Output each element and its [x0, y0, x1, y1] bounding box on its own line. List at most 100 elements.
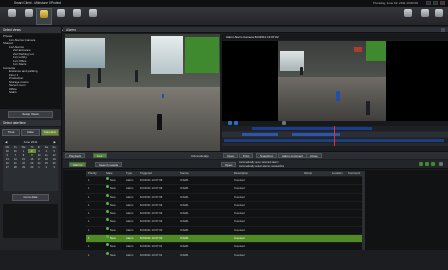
table-cell: Alarm [126, 219, 134, 224]
table-cell: Alarm [126, 236, 134, 241]
table-row[interactable]: 1 New Alarm 6/2/2011 13:07:04 ICAM1 Counted [86, 201, 362, 211]
maximize-button[interactable] [433, 1, 438, 5]
print-button[interactable]: Print [239, 153, 254, 158]
column-header[interactable]: Owner [302, 171, 330, 176]
setup-views-button[interactable]: Setup Views [8, 111, 53, 118]
alarm-toolbar: Playback Live Acknowledge Open Print Sna… [63, 151, 448, 159]
table-row[interactable]: 1 New Alarm 6/2/2011 13:07:03 ICAM1 Counted [86, 210, 362, 219]
main-toolbar: Live Browse Alarms Playback Sequence Set… [0, 7, 448, 33]
open-button[interactable]: Open [223, 153, 239, 158]
status-dot-icon [106, 177, 109, 180]
acknowledge-label: Acknowledge [191, 154, 209, 158]
table-row[interactable]: 1 New Alarm 6/2/2011 13:07:01 ICAM1 Counted [86, 251, 362, 260]
table-cell: Alarm [126, 211, 134, 216]
tab-search-results[interactable]: Search results [95, 162, 123, 167]
column-header[interactable]: Priority [86, 171, 104, 176]
column-header[interactable]: Location [330, 171, 346, 176]
sequence-tab-button[interactable]: Sequence [69, 8, 85, 32]
table-cell: 1 [88, 211, 90, 216]
views-panel-header[interactable]: Select views [0, 27, 61, 34]
close-alarm-button[interactable]: Close [306, 153, 322, 158]
table-cell: New [104, 226, 124, 234]
column-header[interactable]: Comment [346, 171, 362, 176]
camera-title: Alarm Alarm Camera 6/2/2011 13:07:02 [226, 35, 279, 39]
table-cell: 6/2/2011 13:07:08 [140, 178, 163, 182]
calendar-day[interactable]: 3 [50, 165, 58, 169]
table-row[interactable]: 1 New Alarm 6/2/2011 13:07:05 ICAM1 Counted [86, 193, 362, 202]
alarm-more-icon[interactable] [439, 162, 443, 166]
table-cell: New [104, 218, 124, 225]
status-dot-icon [106, 201, 109, 205]
live-tab-button[interactable]: Live [4, 8, 20, 32]
close-button[interactable] [440, 1, 445, 5]
fullscreen-icon[interactable] [441, 28, 445, 32]
ptz-icon[interactable] [282, 121, 286, 125]
table-row[interactable]: 1 New Alarm 6/2/2011 13:07:08 ICAM1 Counted [86, 177, 362, 186]
date-mode-date[interactable]: Date [21, 129, 40, 136]
timeline[interactable] [222, 126, 448, 146]
calendar-day[interactable]: 28 [12, 165, 19, 169]
state-text: New [110, 178, 116, 182]
playback-tab-button[interactable]: Playback [53, 8, 69, 32]
camera-view-right[interactable] [222, 41, 448, 121]
calendar-day[interactable]: 27 [3, 165, 12, 169]
alarms-tab-button[interactable]: Alarms [36, 8, 52, 33]
camera-view-left[interactable] [65, 34, 220, 151]
alarm-settings-icon[interactable] [431, 162, 435, 166]
table-cell: ICAM1 [180, 211, 189, 216]
date-panel-header[interactable]: Select date/time [0, 120, 61, 127]
alarm-refresh-icon[interactable] [425, 162, 429, 166]
alarm-comment-button[interactable]: Alarm comment [278, 153, 308, 158]
status-dot-icon [106, 185, 109, 189]
snapshot-button[interactable]: Snapshot [256, 153, 277, 158]
column-header[interactable]: State [104, 171, 124, 176]
minimize-button[interactable] [426, 1, 431, 5]
next-month-arrow-icon[interactable]: ▶ [54, 140, 56, 144]
views-tree: Private 1x1 Alarms Camera Shared 1x2 Alarms… [0, 34, 61, 109]
table-row[interactable]: 1 New Alarm 6/2/2011 13:07:03 ICAM1 Counted [86, 218, 362, 227]
alarm-open-button[interactable]: Open [221, 162, 237, 167]
calendar-day[interactable]: 2 [43, 165, 51, 169]
browse-tab-button[interactable]: Browse [21, 8, 37, 32]
status-dot-icon [106, 210, 109, 214]
alarm-filter-icon[interactable] [419, 162, 423, 166]
tab-alarms[interactable]: Alarms [69, 162, 87, 167]
playback-button[interactable]: Playback [65, 153, 86, 158]
column-header[interactable]: Source [178, 171, 232, 176]
calendar-day[interactable]: 1 [36, 165, 43, 169]
logout-button[interactable]: Log out [418, 8, 431, 32]
logout-icon [420, 9, 429, 17]
camera-title-bar: Alarm Alarm Camera 6/2/2011 13:07:02 [222, 34, 448, 40]
timeline-cursor[interactable] [334, 126, 335, 146]
alarm-table: Priority State Type Triggered Source Descript… [86, 171, 362, 260]
live-button[interactable]: Live [93, 153, 107, 158]
table-row[interactable]: 1 New Alarm 6/2/2011 13:07:06 ICAM1 Counted [86, 185, 362, 194]
column-header[interactable]: Triggered [138, 171, 178, 176]
table-cell: ICAM1 [180, 202, 189, 207]
zoom-in-icon[interactable] [228, 121, 232, 125]
prev-month-arrow-icon[interactable]: ◀ [5, 140, 7, 144]
alarm-list-scrollbar[interactable] [362, 171, 365, 250]
column-header[interactable]: Description [232, 171, 302, 176]
table-cell: 1 [88, 178, 90, 182]
table-cell: Alarm [126, 186, 134, 191]
table-row[interactable]: 1 New Alarm 6/2/2011 13:07:02 ICAM1 Counted [86, 235, 362, 244]
table-cell: ICAM1 [180, 186, 189, 191]
setup-tab-button[interactable]: Setup [85, 8, 101, 32]
help-button[interactable]: Help [432, 8, 445, 32]
title-bar: Smart Client - Milestone XProtect Thursd… [0, 0, 448, 7]
calendar-day[interactable]: 29 [19, 165, 28, 169]
left-panel-empty-area [3, 204, 58, 238]
table-row[interactable]: 1 New Alarm 6/2/2011 13:07:02 ICAM1 Counted [86, 226, 362, 236]
table-cell: ICAM1 [180, 194, 189, 199]
date-mode-time[interactable]: Time [2, 129, 21, 136]
go-to-date-button[interactable]: Go to date [12, 194, 49, 201]
preferences-button[interactable]: Preferences [399, 8, 417, 32]
date-mode-calendar[interactable]: Calendar [40, 129, 59, 136]
table-row[interactable]: 1 New Alarm 6/2/2011 13:07:01 ICAM1 Counted [86, 243, 362, 252]
table-cell: New [104, 235, 124, 242]
view-tree-item[interactable]: Stairs [0, 90, 61, 95]
calendar-day[interactable]: 30 [28, 165, 35, 169]
column-header[interactable]: Type [124, 171, 138, 176]
zoom-out-icon[interactable] [234, 121, 238, 125]
